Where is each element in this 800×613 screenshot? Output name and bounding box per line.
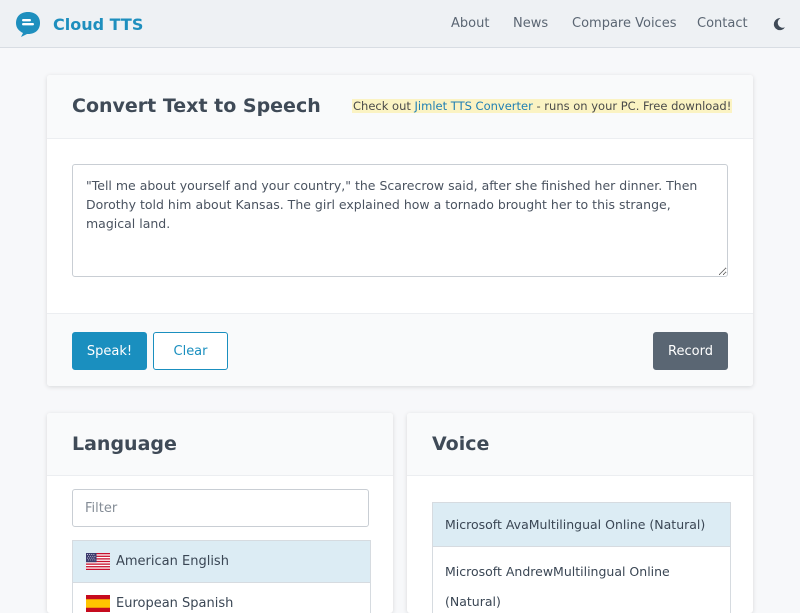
language-card: Language American Engli: [47, 413, 393, 613]
voice-card-header: Voice: [407, 413, 753, 476]
nav-link-news[interactable]: News: [513, 16, 548, 31]
clear-button[interactable]: Clear: [153, 332, 228, 370]
moon-icon[interactable]: [771, 16, 787, 32]
language-title: Language: [72, 433, 177, 455]
us-flag-icon: [86, 553, 110, 570]
promo-suffix: - runs on your PC. Free download!: [532, 99, 732, 113]
language-card-header: Language: [47, 413, 393, 476]
chat-bubble-logo-icon: [16, 12, 40, 37]
promo-link[interactable]: Jimlet TTS Converter: [415, 99, 533, 113]
nav-link-compare-voices[interactable]: Compare Voices: [572, 16, 676, 31]
language-item-american-english[interactable]: American English: [73, 541, 370, 583]
voice-item-ava-multilingual[interactable]: Microsoft AvaMultilingual Online (Natura…: [433, 503, 730, 547]
brand[interactable]: Cloud TTS: [14, 10, 143, 38]
convert-card-footer: Speak! Clear Record: [47, 313, 753, 386]
voice-list: Microsoft AvaMultilingual Online (Natura…: [432, 502, 731, 613]
convert-title: Convert Text to Speech: [72, 95, 321, 117]
convert-card-header: Convert Text to Speech Check out Jimlet …: [47, 75, 753, 139]
language-item-european-spanish[interactable]: European Spanish: [73, 583, 370, 613]
promo-prefix: Check out: [353, 99, 415, 113]
voice-title: Voice: [432, 433, 490, 455]
language-list: American English European Spanish: [72, 540, 371, 613]
language-item-label: American English: [116, 554, 229, 569]
language-item-label: European Spanish: [116, 596, 234, 611]
nav-link-contact[interactable]: Contact: [697, 16, 748, 31]
record-button[interactable]: Record: [653, 332, 728, 370]
brand-name: Cloud TTS: [53, 14, 144, 34]
voice-card: Voice Microsoft AvaMultilingual Online (…: [407, 413, 753, 613]
speech-text-input[interactable]: "Tell me about yourself and your country…: [72, 164, 728, 277]
speak-button[interactable]: Speak!: [72, 332, 147, 370]
promo-banner: Check out Jimlet TTS Converter - runs on…: [352, 99, 733, 113]
es-flag-icon: [86, 595, 110, 612]
top-navbar: Cloud TTS About News Compare Voices Cont…: [0, 0, 800, 48]
nav-link-about[interactable]: About: [451, 16, 489, 31]
voice-item-andrew-multilingual[interactable]: Microsoft AndrewMultilingual Online (Nat…: [433, 547, 730, 613]
language-filter-input[interactable]: [72, 489, 369, 527]
convert-card: Convert Text to Speech Check out Jimlet …: [47, 75, 753, 386]
